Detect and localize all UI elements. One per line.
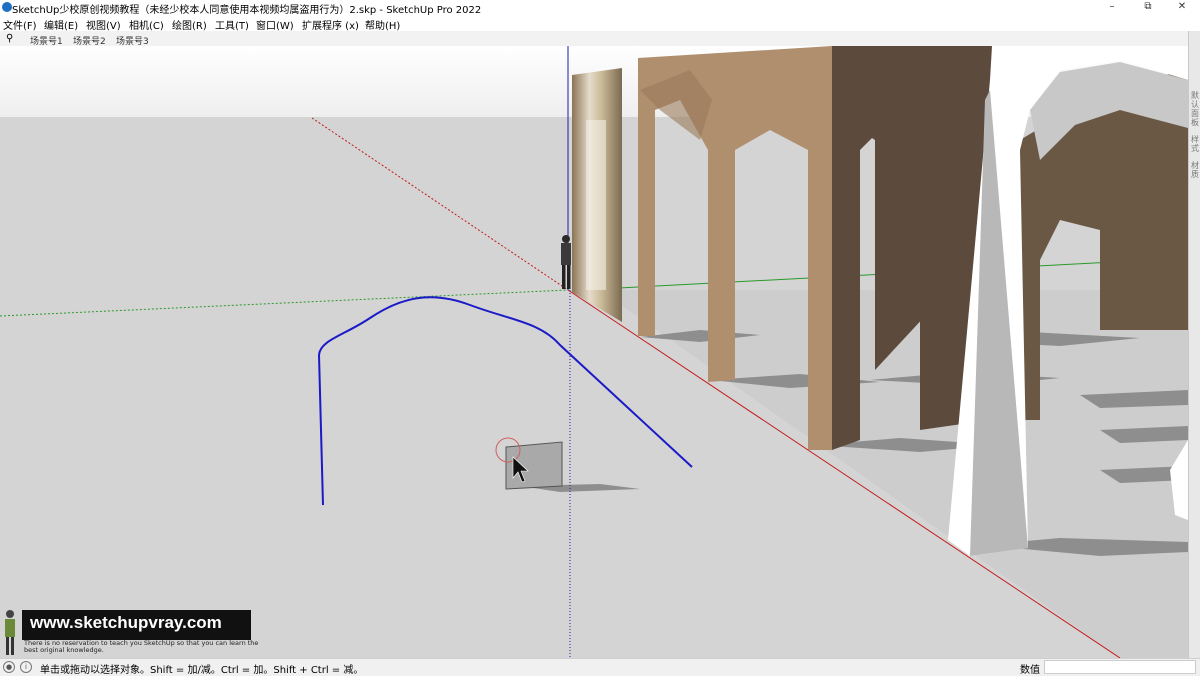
menu-tools[interactable]: 工具(T) [215, 17, 249, 32]
menu-camera[interactable]: 相机(C) [129, 17, 164, 32]
watermark-figure-icon [5, 610, 15, 655]
menu-file[interactable]: 文件(F) [3, 17, 37, 32]
title-bar: SketchUp少校原创视频教程（未经少校本人同意使用本视频均属盗用行为）2.s… [0, 0, 1200, 16]
search-icon[interactable]: ⚲ [6, 33, 13, 44]
geo-location-icon[interactable]: ● [3, 661, 15, 673]
menu-edit[interactable]: 编辑(E) [44, 17, 78, 32]
minimize-button[interactable]: – [1094, 0, 1130, 15]
menu-help[interactable]: 帮助(H) [365, 17, 400, 32]
menu-bar: 文件(F) 编辑(E) 视图(V) 相机(C) 绘图(R) 工具(T) 窗口(W… [0, 15, 1200, 32]
status-bar: ● i 单击或拖动以选择对象。Shift = 加/减。Ctrl = 加。Shif… [0, 658, 1200, 676]
measurements-input[interactable] [1044, 660, 1196, 674]
model-viewport[interactable] [0, 46, 1188, 658]
watermark-banner: www.sketchupvray.com [22, 610, 251, 640]
watermark-tagline: There is no reservation to teach you Ske… [24, 639, 259, 654]
watermark-url: www.sketchupvray.com [30, 613, 222, 632]
scene-drawing [0, 46, 1188, 658]
panel-tab-default[interactable]: 默认面板 [1190, 91, 1200, 127]
menu-extensions[interactable]: 扩展程序 (x) [302, 17, 359, 32]
menu-window[interactable]: 窗口(W) [256, 17, 294, 32]
window-title: SketchUp少校原创视频教程（未经少校本人同意使用本视频均属盗用行为）2.s… [12, 5, 482, 16]
panel-tab-styles[interactable]: 样式 [1190, 135, 1200, 153]
sketchup-app-icon [2, 2, 12, 12]
close-button[interactable]: ✕ [1164, 0, 1200, 15]
instructor-info-icon[interactable]: i [20, 661, 32, 673]
menu-view[interactable]: 视图(V) [86, 17, 121, 32]
scene-tabs-bar: ⚲ 场景号1 场景号2 场景号3 [0, 31, 1188, 47]
maximize-button[interactable]: ⧉ [1130, 0, 1166, 15]
default-tray-collapsed[interactable]: 默认面板 样式 材质 [1188, 31, 1200, 658]
menu-draw[interactable]: 绘图(R) [172, 17, 207, 32]
corridor-light [586, 120, 606, 290]
panel-tab-materials[interactable]: 材质 [1190, 161, 1200, 179]
